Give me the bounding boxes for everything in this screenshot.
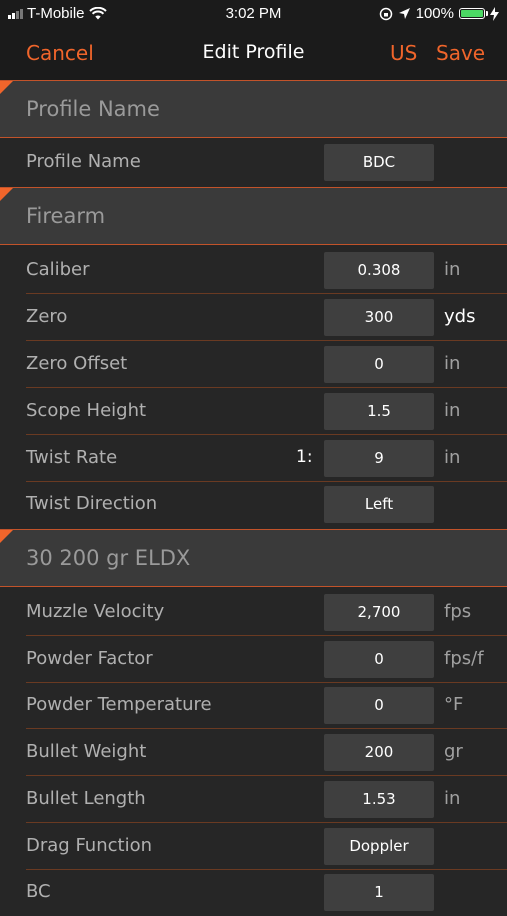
status-right: 100% [379, 5, 499, 22]
section-title: Profile Name [26, 97, 160, 121]
battery-icon [459, 8, 488, 19]
unit-label: in [444, 788, 461, 809]
orientation-lock-icon [379, 7, 392, 20]
row-label: Muzzle Velocity [26, 601, 165, 622]
row-profile-name: Profile Name BDC [0, 139, 507, 186]
row-label: Caliber [26, 259, 90, 280]
battery-percent: 100% [415, 5, 454, 22]
row-zero: Zero 300 yds [0, 294, 507, 341]
row-label: Powder Factor [26, 648, 153, 669]
section-header-firearm[interactable]: Firearm [0, 187, 507, 245]
section-corner-marker [0, 188, 13, 201]
unit-label: in [444, 259, 461, 280]
scope-height-field[interactable]: 1.5 [324, 393, 434, 430]
row-label: Bullet Length [26, 788, 146, 809]
row-bullet-weight: Bullet Weight 200 gr [0, 729, 507, 776]
row-scope-height: Scope Height 1.5 in [0, 388, 507, 435]
nav-bar: Cancel Edit Profile US Save [0, 28, 507, 80]
section-corner-marker [0, 81, 13, 94]
row-twist-rate: Twist Rate 1: 9 in [0, 435, 507, 482]
charging-bolt-icon [490, 6, 499, 21]
row-drag-function: Drag Function Doppler [0, 823, 507, 870]
save-button[interactable]: Save [436, 41, 485, 65]
section-header-ammo[interactable]: 30 200 gr ELDX [0, 529, 507, 587]
row-twist-direction: Twist Direction Left [0, 481, 507, 528]
unit-label: in [444, 447, 461, 468]
row-bullet-length: Bullet Length 1.53 in [0, 776, 507, 823]
location-arrow-icon [398, 8, 410, 19]
twist-rate-prefix: 1: [296, 447, 313, 467]
row-label: Drag Function [26, 835, 152, 856]
zero-offset-field[interactable]: 0 [324, 346, 434, 383]
unit-label: gr [444, 741, 463, 762]
unit-label: fps/f [444, 648, 484, 669]
bc-field[interactable]: 1 [324, 874, 434, 911]
muzzle-velocity-field[interactable]: 2,700 [324, 594, 434, 631]
units-toggle-button[interactable]: US [390, 41, 417, 65]
row-zero-offset: Zero Offset 0 in [0, 341, 507, 388]
row-label: Zero [26, 306, 68, 327]
row-label: Bullet Weight [26, 741, 147, 762]
section-header-profile-name[interactable]: Profile Name [0, 80, 507, 138]
profile-name-field[interactable]: BDC [324, 144, 434, 181]
unit-label: °F [444, 694, 464, 715]
twist-rate-field[interactable]: 9 [324, 440, 434, 477]
drag-function-selector[interactable]: Doppler [324, 828, 434, 865]
row-label: Powder Temperature [26, 694, 212, 715]
row-powder-temperature: Powder Temperature 0 °F [0, 682, 507, 729]
status-bar: T-Mobile 3:02 PM 100% [0, 0, 507, 28]
zero-field[interactable]: 300 [324, 299, 434, 336]
section-corner-marker [0, 530, 13, 543]
bullet-weight-field[interactable]: 200 [324, 734, 434, 771]
section-title: Firearm [26, 204, 106, 228]
row-label: Twist Direction [26, 493, 158, 514]
caliber-field[interactable]: 0.308 [324, 252, 434, 289]
powder-temperature-field[interactable]: 0 [324, 687, 434, 724]
powder-factor-field[interactable]: 0 [324, 641, 434, 678]
unit-label: in [444, 400, 461, 421]
row-label: Profile Name [26, 151, 141, 172]
page-title: Edit Profile [202, 41, 305, 63]
row-powder-factor: Powder Factor 0 fps/f [0, 636, 507, 683]
row-label: Scope Height [26, 400, 147, 421]
zero-unit-selector[interactable]: yds [444, 306, 475, 327]
twist-direction-selector[interactable]: Left [324, 486, 434, 523]
unit-label: fps [444, 601, 472, 622]
row-bc: BC 1 [0, 869, 507, 916]
section-title: 30 200 gr ELDX [26, 546, 191, 570]
unit-label: in [444, 353, 461, 374]
row-caliber: Caliber 0.308 in [0, 247, 507, 294]
row-label: BC [26, 881, 51, 902]
row-label: Twist Rate [26, 447, 118, 468]
bullet-length-field[interactable]: 1.53 [324, 781, 434, 818]
row-label: Zero Offset [26, 353, 128, 374]
row-muzzle-velocity: Muzzle Velocity 2,700 fps [0, 589, 507, 636]
